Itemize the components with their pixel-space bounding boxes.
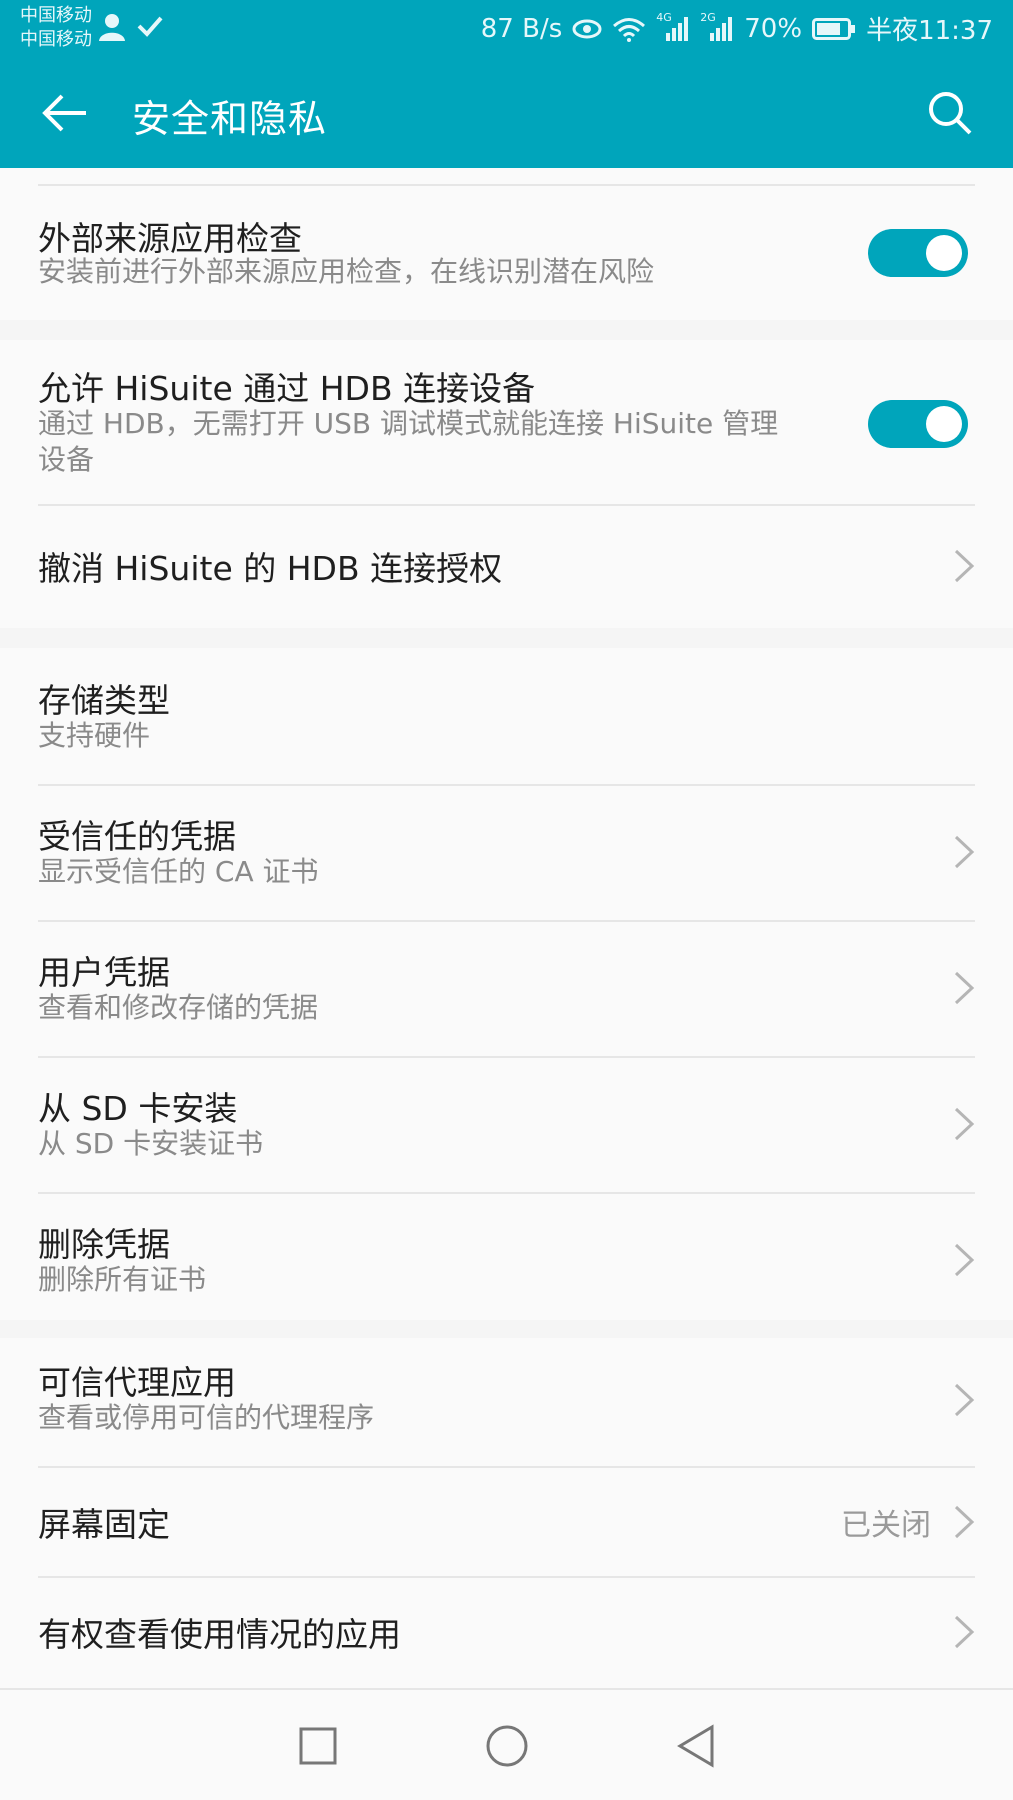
usage-access-title: 有权查看使用情况的应用 [38,1615,401,1654]
settings-group-external: 外部来源应用检查 安装前进行外部来源应用检查，在线识别潜在风险 [0,168,1013,320]
status-left-icons [98,12,164,46]
status-right: 87 B/s 4G 2G 70% 半夜11:37 [481,10,993,47]
install-from-sd-row[interactable]: 从 SD 卡安装 从 SD 卡安装证书 [0,1056,1013,1192]
page-title: 安全和隐私 [132,97,328,141]
battery-icon [812,17,856,41]
external-source-check-row[interactable]: 外部来源应用检查 安装前进行外部来源应用检查，在线识别潜在风险 [0,168,1013,320]
settings-group-hisuite: 允许 HiSuite 通过 HDB 连接设备 通过 HDB，无需打开 USB 调… [0,340,1013,628]
divider [38,1192,975,1194]
system-nav-bar [0,1688,1013,1800]
storage-type-title: 存储类型 [38,681,170,720]
trust-agents-subtitle: 查看或停用可信的代理程序 [38,1401,375,1434]
clear-credentials-subtitle: 删除所有证书 [38,1263,207,1296]
signal-1-icon: 4G [656,11,690,43]
external-source-check-subtitle: 安装前进行外部来源应用检查，在线识别潜在风险 [38,255,655,288]
divider [38,504,975,506]
trust-agents-title: 可信代理应用 [38,1363,236,1402]
install-from-sd-title: 从 SD 卡安装 [38,1089,238,1128]
circle-icon [486,1725,528,1767]
app-bar: 安全和隐私 [0,58,1013,168]
search-button[interactable] [923,86,977,140]
back-nav-button[interactable] [668,1718,724,1774]
external-source-check-title: 外部来源应用检查 [38,219,302,258]
recents-button[interactable] [290,1718,346,1774]
trust-agents-row[interactable]: 可信代理应用 查看或停用可信的代理程序 [0,1338,1013,1474]
settings-list: 外部来源应用检查 安装前进行外部来源应用检查，在线识别潜在风险 允许 HiSui… [0,168,1013,1688]
toggle-knob [926,406,962,442]
person-icon [98,12,126,46]
hisuite-hdb-title: 允许 HiSuite 通过 HDB 连接设备 [38,369,536,408]
chevron-right-icon [954,971,975,1005]
user-credentials-row[interactable]: 用户凭据 查看和修改存储的凭据 [0,920,1013,1056]
screen-pinning-row[interactable]: 屏幕固定 已关闭 [0,1466,1013,1576]
chevron-right-icon [954,1383,975,1417]
check-icon [136,12,164,46]
carrier-1-label: 中国移动 [20,5,92,26]
clear-credentials-title: 删除凭据 [38,1225,170,1264]
trusted-credentials-row[interactable]: 受信任的凭据 显示受信任的 CA 证书 [0,784,1013,920]
net-speed: 87 B/s [480,13,563,44]
carrier-info: 中国移动 中国移动 [20,4,92,52]
settings-group-credentials: 存储类型 支持硬件 受信任的凭据 显示受信任的 CA 证书 用户凭据 查看和修改… [0,648,1013,1320]
hisuite-hdb-row[interactable]: 允许 HiSuite 通过 HDB 连接设备 通过 HDB，无需打开 USB 调… [0,340,1013,504]
install-from-sd-subtitle: 从 SD 卡安装证书 [38,1127,264,1160]
triangle-back-icon [677,1724,714,1768]
hisuite-hdb-toggle[interactable] [868,400,968,448]
external-source-check-toggle[interactable] [868,229,968,277]
chevron-right-icon [954,1615,975,1649]
back-button[interactable] [38,86,92,140]
divider [38,784,975,786]
carrier-2-label: 中国移动 [20,29,92,50]
trusted-credentials-subtitle: 显示受信任的 CA 证书 [38,855,319,888]
clear-credentials-row[interactable]: 删除凭据 删除所有证书 [0,1192,1013,1320]
storage-type-row: 存储类型 支持硬件 [0,648,1013,784]
chevron-right-icon [954,1107,975,1141]
search-icon [929,92,972,135]
battery-percent: 70% [744,13,803,44]
back-arrow-icon [42,94,86,132]
chevron-right-icon [954,835,975,869]
chevron-right-icon [954,549,975,583]
settings-group-advanced: 可信代理应用 查看或停用可信的代理程序 屏幕固定 已关闭 有权查看使用情况的应用 [0,1338,1013,1688]
toggle-knob [926,235,962,271]
clock: 半夜11:37 [866,16,993,46]
signal-1-network-label: 4G [656,10,672,24]
eye-icon [572,18,602,40]
hisuite-hdb-subtitle-line1: 通过 HDB，无需打开 USB 调试模式就能连接 HiSuite 管理 [38,407,779,440]
hisuite-hdb-subtitle-line2: 设备 [38,443,95,476]
signal-2-icon: 2G [700,11,734,43]
divider [38,1466,975,1468]
status-bar: 中国移动 中国移动 87 B/s 4G 2G 70% 半夜11:37 [0,0,1013,58]
chevron-right-icon [954,1505,975,1539]
home-button[interactable] [479,1718,535,1774]
divider [38,1576,975,1578]
revoke-hdb-title: 撤消 HiSuite 的 HDB 连接授权 [38,549,503,588]
signal-2-network-label: 2G [700,10,716,24]
storage-type-subtitle: 支持硬件 [38,719,151,752]
square-icon [299,1727,337,1765]
screen-pinning-value: 已关闭 [841,1508,931,1543]
user-credentials-subtitle: 查看和修改存储的凭据 [38,991,319,1024]
screen-pinning-title: 屏幕固定 [38,1505,170,1544]
divider [38,184,975,186]
trusted-credentials-title: 受信任的凭据 [38,817,236,856]
chevron-right-icon [954,1243,975,1277]
wifi-icon [612,16,646,42]
usage-access-row[interactable]: 有权查看使用情况的应用 [0,1576,1013,1688]
revoke-hdb-row[interactable]: 撤消 HiSuite 的 HDB 连接授权 [0,504,1013,628]
user-credentials-title: 用户凭据 [38,953,170,992]
divider [38,920,975,922]
divider [38,1056,975,1058]
